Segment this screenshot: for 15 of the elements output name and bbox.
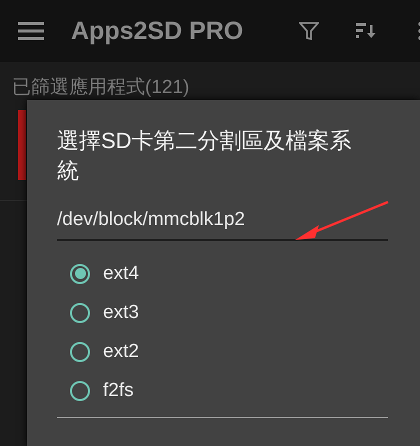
radio-option[interactable]: ext3 xyxy=(57,293,139,332)
app-icon xyxy=(18,110,26,180)
radio-button[interactable] xyxy=(70,264,90,284)
radio-button[interactable] xyxy=(70,302,90,322)
app-title: Apps2SD PRO xyxy=(71,16,244,46)
dialog-title: 選擇SD卡第二分割區及檔案系統 xyxy=(57,127,353,185)
filter-icon[interactable] xyxy=(299,21,319,41)
radio-option[interactable]: ext2 xyxy=(57,332,139,371)
radio-option[interactable]: f2fs xyxy=(57,371,134,410)
list-header: 已篩選應用程式(121) xyxy=(11,76,190,100)
menu-icon[interactable] xyxy=(18,22,44,40)
sort-icon[interactable] xyxy=(356,22,378,40)
radio-button[interactable] xyxy=(70,380,90,400)
radio-button[interactable] xyxy=(70,342,90,362)
radio-option[interactable]: ext4 xyxy=(57,254,139,293)
